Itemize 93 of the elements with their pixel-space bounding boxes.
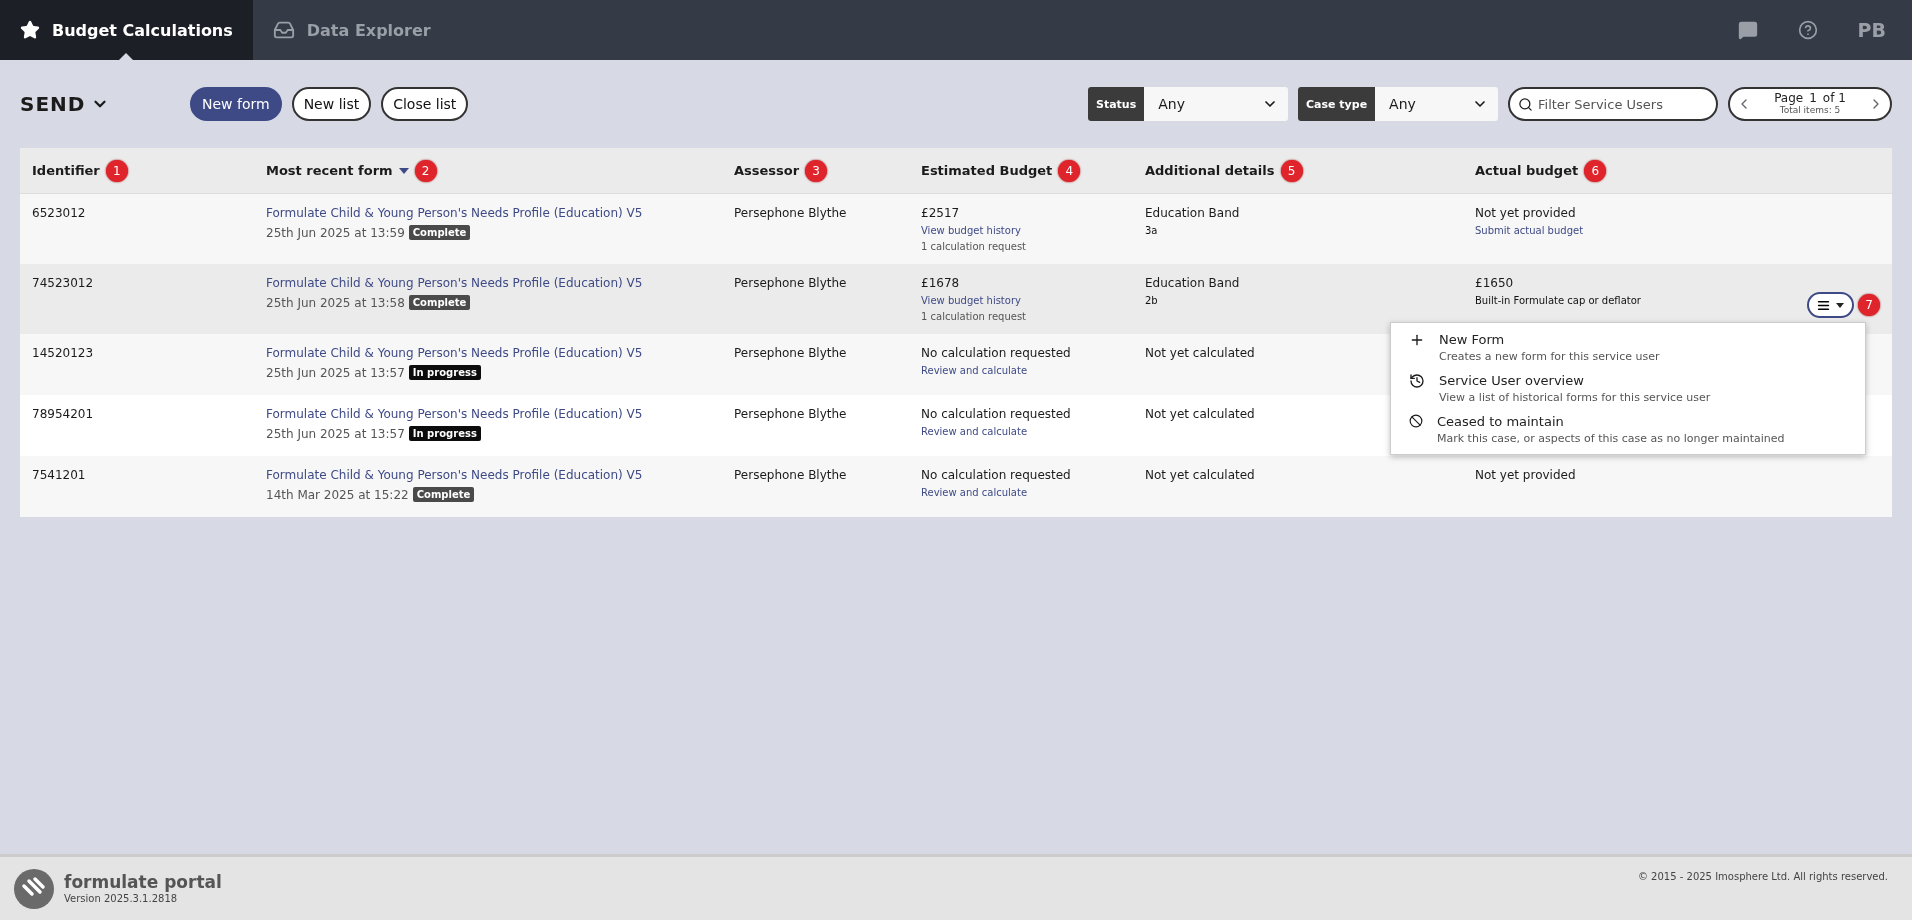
page-count: of 1 (1822, 92, 1846, 106)
budget-link[interactable]: Review and calculate (921, 365, 1028, 376)
toolbar-button[interactable]: New form (190, 87, 282, 121)
menu-item[interactable]: Ceased to maintain Mark this case, or aspects of this case as no longer maintained (1391, 409, 1865, 450)
page-label: Page (1774, 92, 1804, 106)
identifier-cell: 14520123 (32, 346, 94, 360)
column-header[interactable]: Estimated Budget (921, 163, 1053, 178)
row-menu-button[interactable] (1807, 292, 1854, 318)
calculation-note: 1 calculation request (921, 311, 1027, 322)
column-header[interactable]: Identifier (32, 163, 100, 178)
status-tag: Complete (408, 295, 471, 310)
assessor-cell: Persephone Blythe (734, 276, 847, 290)
column-header[interactable]: Actual budget (1475, 163, 1579, 178)
assessor-cell: Persephone Blythe (734, 206, 847, 220)
budget-note: Built-in Formulate cap or deflator (1475, 295, 1641, 306)
number-badge: 6 (1584, 159, 1607, 182)
estimated-budget: £1678 (921, 276, 960, 290)
details-label: Education Band (1145, 276, 1240, 290)
estimated-budget: £2517 (921, 206, 960, 220)
number-badge: 1 (105, 159, 128, 182)
chat-icon[interactable] (1737, 20, 1758, 40)
identifier-cell: 7541201 (32, 468, 86, 482)
estimated-budget: No calculation requested (921, 407, 1071, 421)
brand-name: formulate portal (64, 872, 222, 893)
page-number[interactable]: 1 (1809, 92, 1817, 106)
actual-budget: Not yet provided (1475, 468, 1576, 482)
nav-tab[interactable]: Data Explorer (252, 0, 451, 60)
list-title[interactable]: SEND (20, 92, 180, 116)
help-icon[interactable] (1797, 20, 1818, 40)
form-date: 25th Jun 2025 at 13:57 (266, 426, 405, 441)
details-label: Not yet calculated (1145, 346, 1255, 360)
form-date: 25th Jun 2025 at 13:57 (266, 365, 405, 380)
details-label: Not yet calculated (1145, 468, 1255, 482)
version-text: Version 2025.3.1.2818 (64, 892, 179, 904)
calculation-note: 1 calculation request (921, 241, 1027, 252)
details-label: Not yet calculated (1145, 407, 1255, 421)
assessor-cell: Persephone Blythe (734, 468, 847, 482)
logo-icon (14, 868, 54, 909)
identifier-cell: 78954201 (32, 407, 94, 421)
menu-item[interactable]: Service User overview View a list of historical forms for this service user (1391, 368, 1865, 409)
budget-link[interactable]: Review and calculate (921, 426, 1028, 437)
history-icon (1409, 373, 1425, 389)
form-link[interactable]: Formulate Child & Young Person's Needs Profile (Education) V5 (266, 276, 643, 290)
filter-dropdown[interactable]: Status Any (1088, 87, 1288, 121)
star-icon (20, 20, 40, 40)
actual-budget: £1650 (1475, 276, 1514, 290)
status-tag: Complete (408, 225, 471, 240)
form-date: 25th Jun 2025 at 13:59 (266, 225, 405, 240)
details-label: Education Band (1145, 206, 1240, 220)
toolbar-button[interactable]: New list (291, 87, 372, 121)
search-field[interactable]: Filter Service Users (1508, 87, 1718, 121)
plus-icon (1409, 332, 1425, 348)
submit-budget-link[interactable]: Submit actual budget (1475, 225, 1584, 236)
budget-link[interactable]: View budget history (921, 295, 1021, 306)
status-tag: Complete (412, 487, 475, 502)
form-link[interactable]: Formulate Child & Young Person's Needs Profile (Education) V5 (266, 468, 643, 482)
estimated-budget: No calculation requested (921, 346, 1071, 360)
number-badge: 5 (1280, 159, 1303, 182)
filter-dropdown[interactable]: Case type Any (1298, 87, 1498, 121)
form-date: 14th Mar 2025 at 15:22 (266, 487, 409, 502)
form-date: 25th Jun 2025 at 13:58 (266, 295, 405, 310)
assessor-cell: Persephone Blythe (734, 346, 847, 360)
total-items: Total items: 5 (1779, 105, 1841, 116)
budget-link[interactable]: View budget history (921, 225, 1021, 236)
details-value: 2b (1145, 295, 1158, 306)
ban-icon (1409, 414, 1423, 428)
inbox-icon (272, 19, 295, 41)
number-badge: 4 (1058, 159, 1081, 182)
estimated-budget: No calculation requested (921, 468, 1071, 482)
copyright-text: © 2015 - 2025 Imosphere Ltd. All rights reserved. (1637, 871, 1888, 882)
status-tag: In progress (408, 365, 481, 380)
identifier-cell: 6523012 (32, 206, 86, 220)
form-link[interactable]: Formulate Child & Young Person's Needs Profile (Education) V5 (266, 206, 643, 220)
toolbar-button[interactable]: Close list (381, 87, 469, 121)
form-link[interactable]: Formulate Child & Young Person's Needs Profile (Education) V5 (266, 407, 643, 421)
number-badge: 2 (414, 159, 437, 182)
form-link[interactable]: Formulate Child & Young Person's Needs Profile (Education) V5 (266, 346, 643, 360)
column-header[interactable]: Assessor (734, 163, 800, 178)
status-tag: In progress (408, 426, 481, 441)
user-initials[interactable]: PB (1857, 19, 1886, 41)
column-header[interactable]: Most recent form (266, 163, 393, 178)
actual-budget: Not yet provided (1475, 206, 1576, 220)
menu-icon (1817, 298, 1830, 312)
number-badge: 7 (1858, 294, 1880, 316)
number-badge: 3 (805, 159, 828, 182)
menu-item[interactable]: New Form Creates a new form for this service user (1391, 327, 1865, 368)
nav-tab[interactable]: Budget Calculations (0, 0, 253, 60)
assessor-cell: Persephone Blythe (734, 407, 847, 421)
column-header[interactable]: Additional details (1145, 163, 1275, 178)
search-icon (1518, 97, 1533, 112)
identifier-cell: 74523012 (32, 276, 94, 290)
details-value: 3a (1145, 225, 1158, 236)
budget-link[interactable]: Review and calculate (921, 487, 1028, 498)
